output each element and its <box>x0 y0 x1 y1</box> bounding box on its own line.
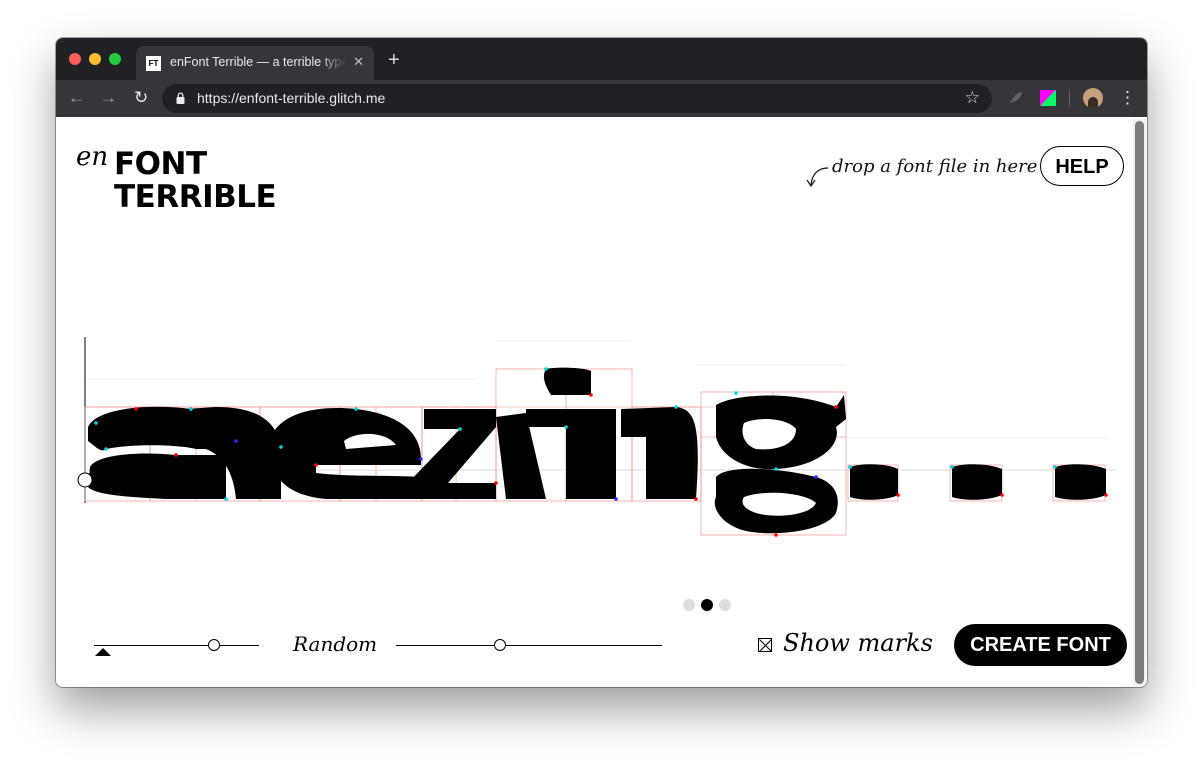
drop-font-hint: drop a font file in here <box>832 156 1038 177</box>
rocket-extension-icon[interactable] <box>1008 90 1024 106</box>
profile-avatar[interactable] <box>1083 88 1103 108</box>
tab-title: enFont Terrible — a terrible typeface ge… <box>170 55 346 69</box>
back-arrow-icon[interactable]: ← <box>68 89 85 107</box>
slider-left-track[interactable] <box>94 645 259 646</box>
reload-icon[interactable]: ↻ <box>134 89 148 107</box>
triangle-handle-icon[interactable] <box>94 647 112 657</box>
page-content: en FONT TERRIBLE drop a font file in her… <box>56 117 1147 687</box>
maximize-window-button[interactable] <box>109 53 121 65</box>
favicon: FT <box>146 56 161 71</box>
forward-arrow-icon[interactable]: → <box>100 89 117 107</box>
pagination-dot[interactable] <box>701 599 713 611</box>
color-extension-icon[interactable] <box>1040 90 1056 106</box>
scrollbar[interactable] <box>1133 119 1146 686</box>
pagination-dot[interactable] <box>683 599 695 611</box>
scrollbar-thumb[interactable] <box>1135 121 1144 684</box>
close-window-button[interactable] <box>69 53 81 65</box>
logo-line-2: TERRIBLE <box>114 179 277 215</box>
browser-toolbar: ← → ↻ https://enfont-terrible.glitch.me … <box>56 80 1147 117</box>
lock-icon <box>176 92 185 104</box>
glyph-shapes <box>88 367 1106 534</box>
baseline-handle[interactable] <box>77 472 93 488</box>
random-label: Random <box>293 632 378 656</box>
slider-right-knob[interactable] <box>493 639 506 651</box>
minimize-window-button[interactable] <box>89 53 101 65</box>
close-icon[interactable]: ✕ <box>353 54 364 70</box>
help-button[interactable]: HELP <box>1040 146 1124 186</box>
toolbar-divider <box>1069 90 1070 107</box>
tab-bar: FT enFont Terrible — a terrible typeface… <box>56 38 1147 80</box>
browser-tab[interactable]: FT enFont Terrible — a terrible typeface… <box>136 46 374 80</box>
slider-right-track[interactable] <box>396 645 662 646</box>
address-bar[interactable]: https://enfont-terrible.glitch.me ☆ <box>162 84 992 113</box>
plus-icon[interactable]: + <box>388 50 400 70</box>
star-icon[interactable]: ☆ <box>965 88 980 108</box>
curved-arrow-icon <box>806 167 829 188</box>
pagination-dot[interactable] <box>719 599 731 611</box>
menu-dots-icon[interactable]: ⋮ <box>1119 89 1136 107</box>
slider-left-knob[interactable] <box>208 639 221 651</box>
logo-prefix: en <box>76 142 109 172</box>
logo-line-1: FONT <box>114 146 207 182</box>
url-text: https://enfont-terrible.glitch.me <box>197 90 386 106</box>
show-marks-label[interactable]: Show marks <box>783 629 933 657</box>
font-preview-canvas <box>77 337 1116 537</box>
show-marks-checkbox[interactable] <box>758 638 772 652</box>
browser-window: FT enFont Terrible — a terrible typeface… <box>56 38 1147 687</box>
create-font-button[interactable]: CREATE FONT <box>954 624 1127 666</box>
